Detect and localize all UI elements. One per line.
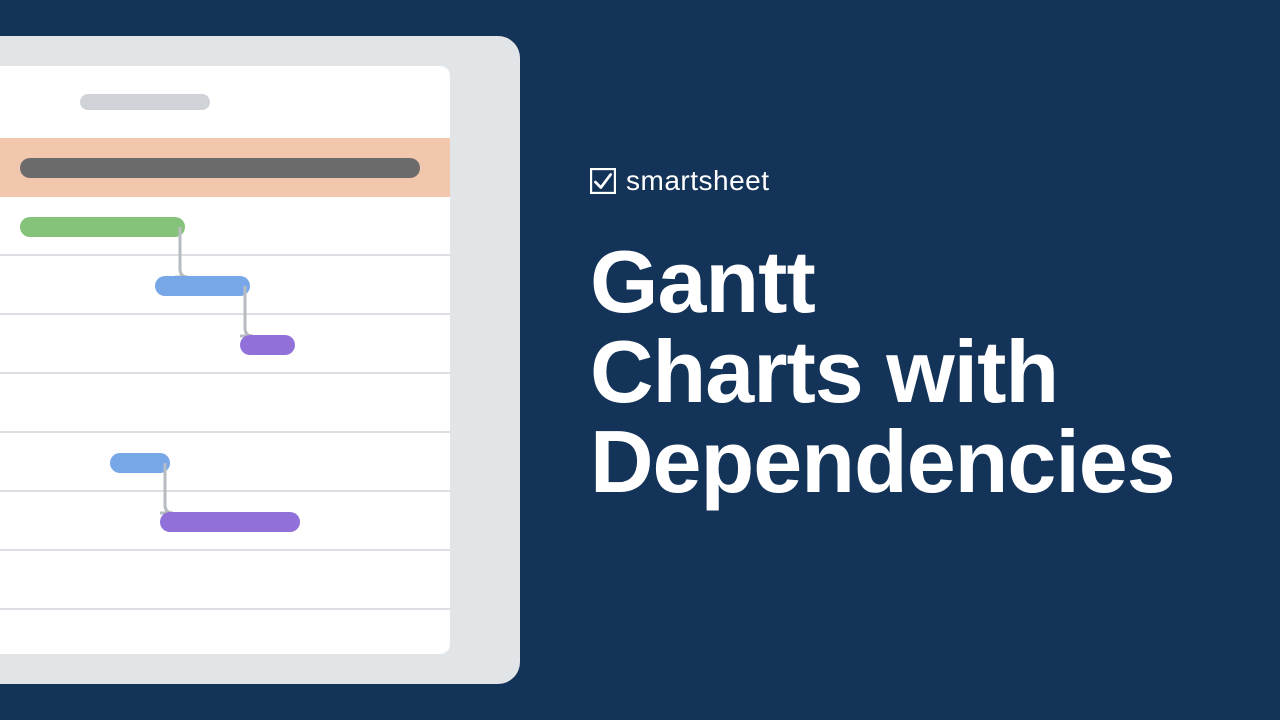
brand-name: smartsheet [626,165,770,197]
text-panel: smartsheet Gantt Charts with Dependencie… [590,165,1175,506]
gantt-row [0,197,450,256]
gantt-row [0,551,450,610]
gantt-row [0,492,450,551]
gantt-row [0,433,450,492]
laptop-illustration [0,36,520,684]
title-bar-placeholder [80,94,210,110]
gantt-row [0,374,450,433]
gantt-header-row [0,138,450,197]
headline-line-1: Gantt [590,237,1175,327]
gantt-row [0,256,450,315]
task-bar-blue [155,276,250,296]
task-bar-purple [160,512,300,532]
gantt-row [0,315,450,374]
headline-line-2: Charts with [590,327,1175,417]
gantt-rows [0,138,450,610]
headline: Gantt Charts with Dependencies [590,237,1175,506]
task-bar-purple [240,335,295,355]
task-bar-green [20,217,185,237]
brand: smartsheet [590,165,1175,197]
screen [0,66,450,654]
smartsheet-logo-icon [590,168,616,194]
summary-bar [20,158,420,178]
headline-line-3: Dependencies [590,417,1175,507]
